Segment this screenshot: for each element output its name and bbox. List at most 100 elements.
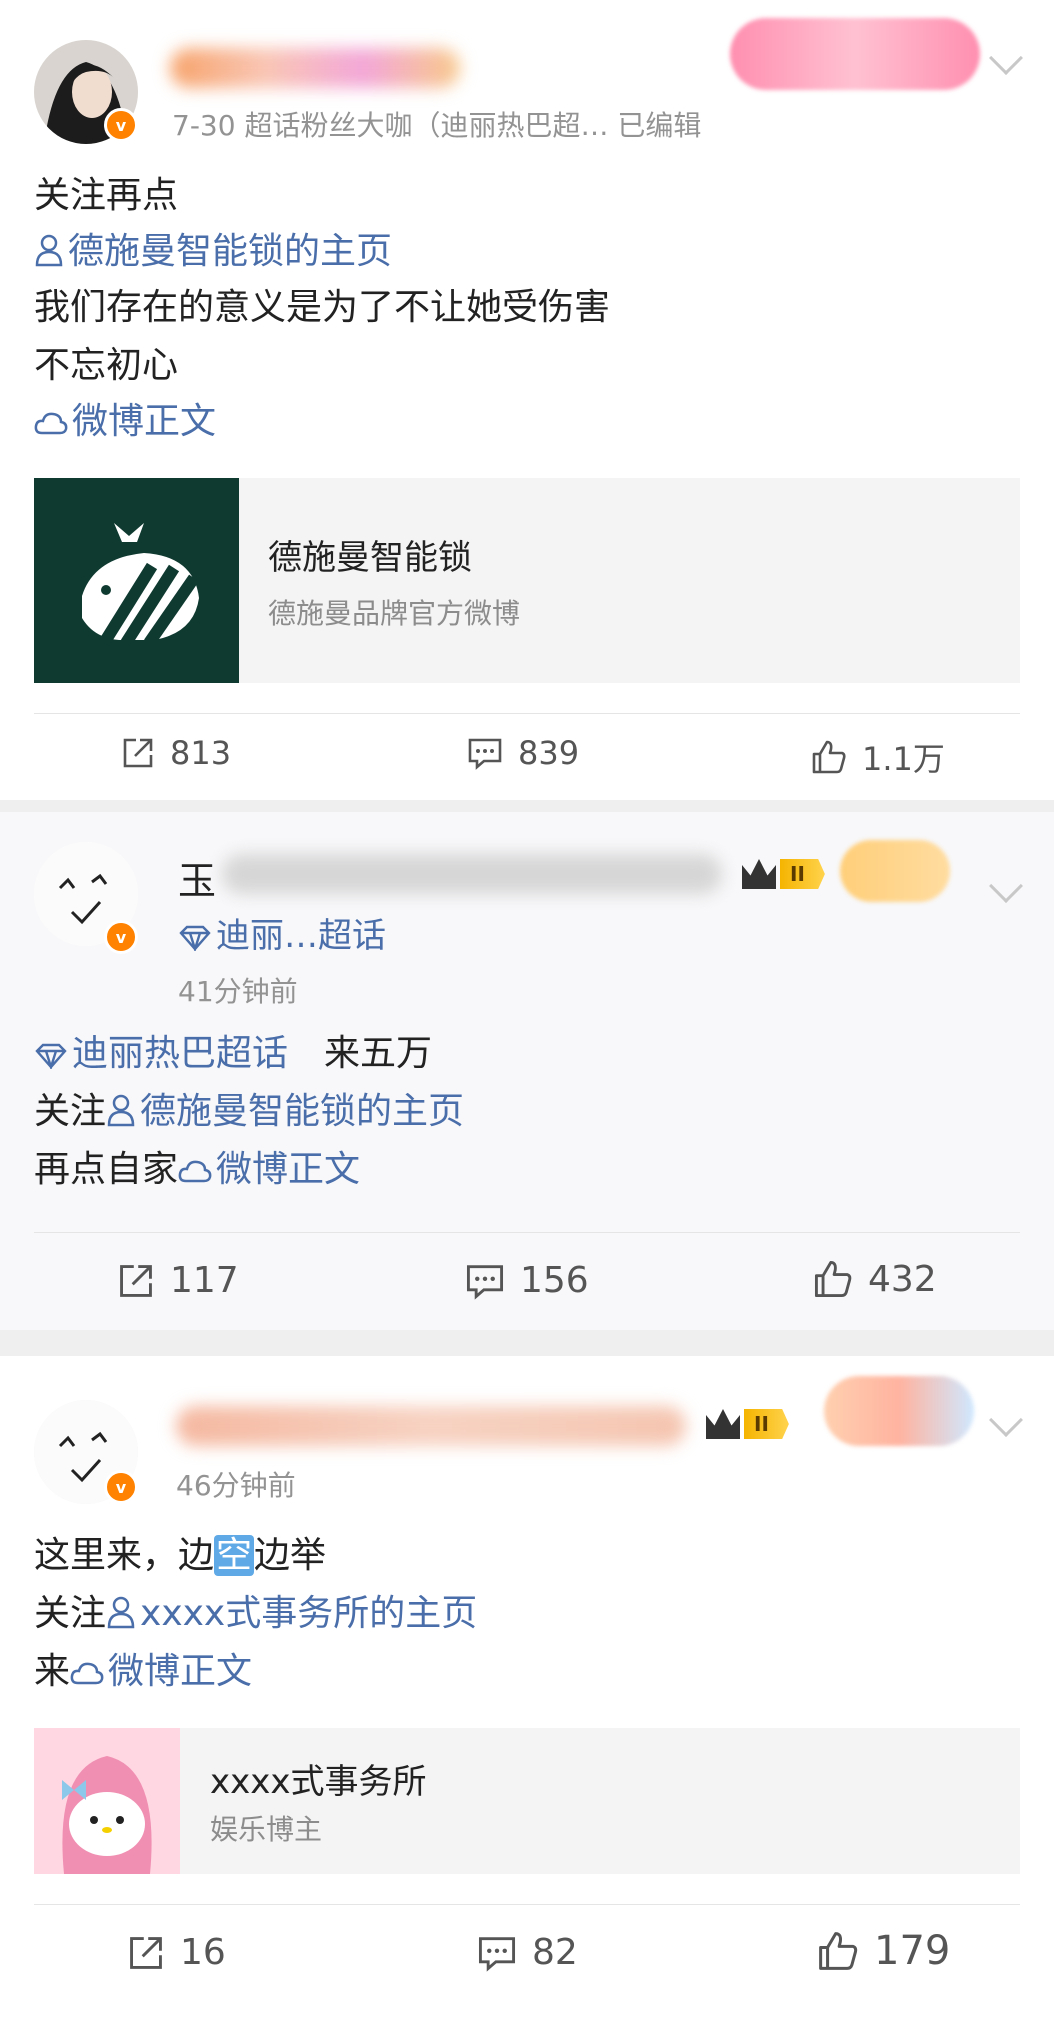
divider: [34, 1232, 1020, 1233]
like-count: 1.1万: [862, 740, 945, 778]
mention-label: 德施曼智能锁的主页: [140, 1091, 465, 1132]
post-text: 关注: [34, 1593, 107, 1634]
weibo-text-label: 微博正文: [108, 1651, 253, 1692]
repost-button[interactable]: 117: [116, 1260, 239, 1301]
level-label: II: [744, 1409, 789, 1439]
supertalk-badge-decoration: [840, 840, 950, 902]
username-visible[interactable]: 玉: [178, 850, 216, 905]
embed-title: 德施曼智能锁: [268, 538, 472, 578]
crown-icon: [742, 859, 776, 889]
weibo-text-link[interactable]: 微博正文: [34, 398, 216, 446]
comment-button[interactable]: 82: [476, 1932, 578, 1973]
username-redacted[interactable]: [222, 854, 722, 894]
like-button[interactable]: 179: [816, 1928, 950, 1974]
verified-icon: v: [104, 108, 138, 142]
like-icon: [819, 1932, 858, 1970]
diamond-icon: [179, 925, 211, 951]
supertalk-label: 迪丽热巴超话: [72, 1033, 289, 1074]
like-count: 432: [868, 1258, 937, 1300]
post-text-line: 关注 德施曼智能锁的主页: [34, 1088, 464, 1136]
like-icon: [812, 740, 846, 774]
mention-link[interactable]: 德施曼智能锁的主页: [106, 1091, 464, 1132]
verified-icon: v: [104, 1470, 138, 1504]
chevron-down-icon[interactable]: [989, 1403, 1023, 1437]
username-redacted[interactable]: [176, 1406, 686, 1446]
topic-link[interactable]: 迪丽…超话: [178, 908, 386, 957]
like-button[interactable]: 1.1万: [810, 734, 945, 780]
person-icon: [107, 1094, 135, 1127]
cloud-icon: [70, 1662, 104, 1685]
embed-title: xxxx式事务所: [210, 1762, 427, 1802]
username-redacted[interactable]: [170, 48, 460, 88]
post-card-2: v 玉 II 迪丽…超话 41分钟前 迪丽热巴超话 来五万 关注 德施曼智能锁的主页…: [0, 812, 1054, 1330]
cloud-icon: [34, 412, 68, 435]
chevron-down-icon[interactable]: [989, 41, 1023, 75]
comment-icon: [478, 1936, 516, 1972]
repost-button[interactable]: 813: [120, 734, 231, 772]
post-text: 边举: [254, 1535, 327, 1576]
comment-button[interactable]: 839: [466, 734, 579, 772]
weibo-text-label: 微博正文: [72, 401, 217, 442]
level-badge[interactable]: II: [706, 1404, 789, 1444]
cloud-icon: [178, 1160, 212, 1183]
repost-icon: [120, 1264, 152, 1297]
emoji-highlight: 空: [214, 1535, 255, 1576]
embed-subtitle: 德施曼品牌官方微博: [268, 597, 521, 630]
post-card-3: v II 46分钟前 这里来，边空边举 关注 xxxx式事务所的主页 来微博正文 …: [0, 1356, 1054, 2018]
supertalk-link[interactable]: 迪丽热巴超话: [34, 1033, 288, 1074]
crown-icon: [706, 1409, 740, 1439]
mention-label: xxxx式事务所的主页: [140, 1593, 478, 1634]
comment-icon: [466, 1264, 504, 1300]
like-count: 179: [874, 1928, 951, 1974]
weibo-text-label: 微博正文: [216, 1149, 361, 1190]
post-text: 关注: [34, 1091, 107, 1132]
weibo-text-link[interactable]: 微博正文: [178, 1149, 360, 1190]
post-meta: 7-30 超话粉丝大咖（迪丽热巴超… 已编辑: [172, 109, 702, 142]
fan-badge-decoration: [730, 18, 980, 90]
post-text-line: 关注再点: [34, 175, 179, 216]
post-text-line: 迪丽热巴超话 来五万: [34, 1030, 432, 1078]
post-text: 来: [34, 1651, 71, 1692]
repost-button[interactable]: 16: [126, 1932, 226, 1973]
post-text-line: 来微博正文: [34, 1648, 252, 1696]
brand-logo: [34, 478, 239, 683]
post-text-line: 不忘初心: [34, 345, 179, 386]
repost-count: 16: [180, 1932, 226, 1973]
repost-icon: [123, 738, 153, 768]
comment-button[interactable]: 156: [464, 1260, 589, 1301]
diamond-icon: [35, 1043, 67, 1069]
like-icon: [814, 1260, 852, 1298]
post-time: 46分钟前: [176, 1469, 296, 1502]
topic-label: 迪丽…超话: [216, 916, 386, 956]
post-text-line: 这里来，边空边举: [34, 1532, 326, 1580]
mention-link[interactable]: 德施曼智能锁的主页: [34, 228, 392, 276]
embed-card[interactable]: 德施曼智能锁 德施曼品牌官方微博: [34, 478, 1020, 683]
divider: [34, 1904, 1020, 1905]
fan-badge-decoration: [824, 1376, 974, 1446]
post-card-1: v 7-30 超话粉丝大咖（迪丽热巴超… 已编辑 关注再点 德施曼智能锁的主页 …: [0, 0, 1054, 800]
mention-label: 德施曼智能锁的主页: [68, 231, 393, 272]
chevron-down-icon[interactable]: [989, 869, 1023, 903]
post-text-line: 我们存在的意义是为了不让她受伤害: [34, 287, 611, 328]
comment-count: 82: [532, 1932, 578, 1973]
person-icon: [35, 234, 63, 267]
embed-card[interactable]: xxxx式事务所 娱乐博主: [34, 1728, 1020, 1874]
repost-icon: [130, 1936, 162, 1969]
mention-link[interactable]: xxxx式事务所的主页: [106, 1593, 477, 1634]
like-button[interactable]: 432: [812, 1258, 937, 1300]
level-label: II: [780, 859, 825, 889]
weibo-text-link[interactable]: 微博正文: [70, 1651, 252, 1692]
post-text-line: 再点自家 微博正文: [34, 1146, 360, 1194]
embed-subtitle: 娱乐博主: [210, 1813, 323, 1846]
embed-thumbnail: [34, 1728, 180, 1874]
divider: [34, 713, 1020, 714]
comment-count: 839: [518, 734, 580, 772]
comment-icon: [468, 738, 502, 770]
repost-count: 813: [170, 734, 232, 772]
comment-count: 156: [520, 1260, 589, 1301]
post-text: 这里来，边: [34, 1535, 215, 1576]
post-text: 再点自家: [34, 1149, 179, 1190]
level-badge[interactable]: II: [742, 854, 825, 894]
post-text-line: 关注 xxxx式事务所的主页: [34, 1590, 477, 1638]
person-icon: [107, 1596, 135, 1629]
